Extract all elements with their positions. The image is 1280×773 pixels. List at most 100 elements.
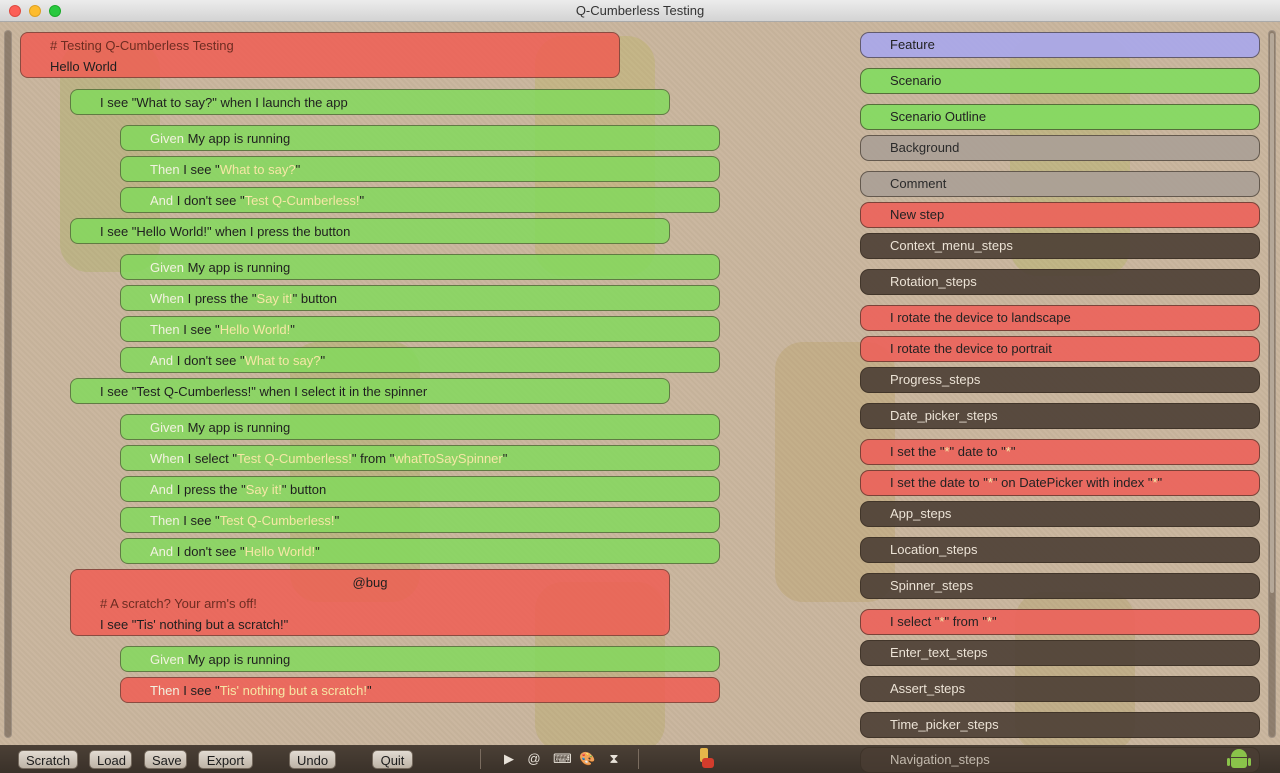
step-text-part: " button	[292, 291, 338, 306]
step-block[interactable]: Given My app is running	[120, 254, 720, 280]
at-icon[interactable]: @	[526, 751, 542, 767]
palette-item-label: App_steps	[890, 506, 952, 521]
play-icon[interactable]: ▶	[501, 751, 517, 767]
step-block[interactable]: And I don't see "What to say?"	[120, 347, 720, 373]
palette-group-rotation-steps[interactable]: Rotation_steps	[860, 269, 1260, 295]
palette-item-new-step[interactable]: New step	[860, 202, 1260, 228]
step-keyword: Then	[150, 513, 180, 528]
step-text-part: "	[359, 193, 365, 208]
step-text-part: My app is running	[187, 260, 291, 275]
palette-item-scenario-outline[interactable]: Scenario Outline	[860, 104, 1260, 130]
bottom-toolbar: Navigation_steps Scratch Load Save Expor…	[0, 745, 1280, 773]
step-block[interactable]: When I press the "Say it!" button	[120, 285, 720, 311]
palette-step-rotate-portrait[interactable]: I rotate the device to portrait	[860, 336, 1260, 362]
step-block[interactable]: Then I see "Test Q-Cumberless!"	[120, 507, 720, 533]
toolbar-separator	[480, 749, 481, 769]
palette-scrollbar[interactable]	[1268, 30, 1276, 738]
palette-icon[interactable]: 🎨	[579, 751, 595, 767]
step-argument[interactable]: What to say?	[220, 162, 296, 177]
step-keyword: Then	[150, 683, 180, 698]
device-icon[interactable]	[698, 748, 716, 770]
step-text: And I don't see "What to say?"	[150, 350, 709, 371]
palette-item-label: "	[992, 614, 997, 629]
step-block[interactable]: Then I see "What to say?"	[120, 156, 720, 182]
step-text-part: "	[502, 451, 508, 466]
editor-scrollbar[interactable]	[4, 30, 12, 738]
palette-step-rotate-landscape[interactable]: I rotate the device to landscape	[860, 305, 1260, 331]
palette-item-label: I rotate the device to portrait	[890, 341, 1052, 356]
undo-button[interactable]: Undo	[289, 750, 336, 769]
palette-item-label: Date_picker_steps	[890, 408, 998, 423]
palette-scrollbar-thumb[interactable]	[1270, 33, 1274, 593]
step-argument[interactable]: Tis' nothing but a scratch!	[220, 683, 367, 698]
step-text-part: I see "	[183, 683, 220, 698]
palette-group-app-steps[interactable]: App_steps	[860, 501, 1260, 527]
palette-group-date-picker-steps[interactable]: Date_picker_steps	[860, 403, 1260, 429]
palette-step-set-date[interactable]: I set the "*" date to "*"	[860, 439, 1260, 465]
palette-item-label: " date to "	[949, 444, 1006, 459]
step-argument[interactable]: Say it!	[246, 482, 282, 497]
palette-item-label: Scenario	[890, 73, 942, 88]
feature-block[interactable]: # Testing Q-Cumberless Testing Hello Wor…	[20, 32, 620, 78]
scenario-block[interactable]: I see "Hello World!" when I press the bu…	[70, 218, 670, 244]
palette-group-navigation-steps[interactable]: Navigation_steps	[860, 747, 1260, 773]
palette-item-feature[interactable]: Feature	[860, 32, 1260, 58]
palette-group-spinner-steps[interactable]: Spinner_steps	[860, 573, 1260, 599]
scenario-title: I see "Test Q-Cumberless!" when I select…	[100, 384, 428, 399]
palette-item-label: Location_steps	[890, 542, 978, 557]
step-block[interactable]: And I don't see "Test Q-Cumberless!"	[120, 187, 720, 213]
step-block[interactable]: Then I see "Hello World!"	[120, 316, 720, 342]
palette-group-time-picker-steps[interactable]: Time_picker_steps	[860, 712, 1260, 738]
scenario-block[interactable]: I see "Test Q-Cumberless!" when I select…	[70, 378, 670, 404]
step-keyword: Given	[150, 131, 184, 146]
palette-group-assert-steps[interactable]: Assert_steps	[860, 676, 1260, 702]
palette-item-label: Time_picker_steps	[890, 717, 999, 732]
step-block[interactable]: And I press the "Say it!" button	[120, 476, 720, 502]
quit-button[interactable]: Quit	[372, 750, 413, 769]
scratch-button[interactable]: Scratch	[18, 750, 78, 769]
step-block[interactable]: Given My app is running	[120, 646, 720, 672]
failing-scenario-block[interactable]: @bug # A scratch? Your arm's off! I see …	[70, 569, 670, 636]
save-button[interactable]: Save	[144, 750, 187, 769]
step-block[interactable]: Given My app is running	[120, 125, 720, 151]
step-keyword: And	[150, 482, 174, 497]
palette-step-select-from[interactable]: I select "*" from "*"	[860, 609, 1260, 635]
step-argument[interactable]: Say it!	[257, 291, 293, 306]
step-text-part: I see "	[183, 513, 220, 528]
editor-canvas: # Testing Q-Cumberless Testing Hello Wor…	[0, 22, 1280, 745]
palette-item-comment[interactable]: Comment	[860, 171, 1260, 197]
palette-item-label: Context_menu_steps	[890, 238, 1013, 253]
palette-item-label: New step	[890, 207, 945, 222]
step-block[interactable]: And I don't see "Hello World!"	[120, 538, 720, 564]
hourglass-icon[interactable]: ⧗	[606, 751, 622, 767]
scenario-block[interactable]: I see "What to say?" when I launch the a…	[70, 89, 670, 115]
step-text-part: I press the "	[187, 291, 257, 306]
step-argument[interactable]: Test Q-Cumberless!	[237, 451, 352, 466]
step-keyword: And	[150, 193, 174, 208]
step-argument[interactable]: whatToSaySpinner	[394, 451, 502, 466]
step-text: And I don't see "Test Q-Cumberless!"	[150, 190, 709, 211]
load-button[interactable]: Load	[89, 750, 132, 769]
step-block[interactable]: Given My app is running	[120, 414, 720, 440]
step-argument[interactable]: What to say?	[245, 353, 321, 368]
palette-item-label: "	[1010, 444, 1016, 459]
step-text-part: "	[320, 353, 326, 368]
step-text-part: "	[290, 322, 295, 337]
scenario-title: I see "Hello World!" when I press the bu…	[100, 224, 351, 239]
palette-item-background[interactable]: Background	[860, 135, 1260, 161]
palette-item-scenario[interactable]: Scenario	[860, 68, 1260, 94]
step-argument[interactable]: Hello World!	[220, 322, 291, 337]
terminal-icon[interactable]: ⌨	[553, 751, 572, 767]
palette-group-enter-text-steps[interactable]: Enter_text_steps	[860, 640, 1260, 666]
step-text: Given My app is running	[150, 128, 709, 149]
step-argument[interactable]: Test Q-Cumberless!	[220, 513, 335, 528]
step-argument[interactable]: Hello World!	[245, 544, 316, 559]
palette-group-context-menu-steps[interactable]: Context_menu_steps	[860, 233, 1260, 259]
export-button[interactable]: Export	[198, 750, 253, 769]
palette-group-progress-steps[interactable]: Progress_steps	[860, 367, 1260, 393]
step-argument[interactable]: Test Q-Cumberless!	[245, 193, 360, 208]
step-block[interactable]: When I select "Test Q-Cumberless!" from …	[120, 445, 720, 471]
failed-step-block[interactable]: Then I see "Tis' nothing but a scratch!"	[120, 677, 720, 703]
palette-step-set-date-index[interactable]: I set the date to "*" on DatePicker with…	[860, 470, 1260, 496]
palette-group-location-steps[interactable]: Location_steps	[860, 537, 1260, 563]
